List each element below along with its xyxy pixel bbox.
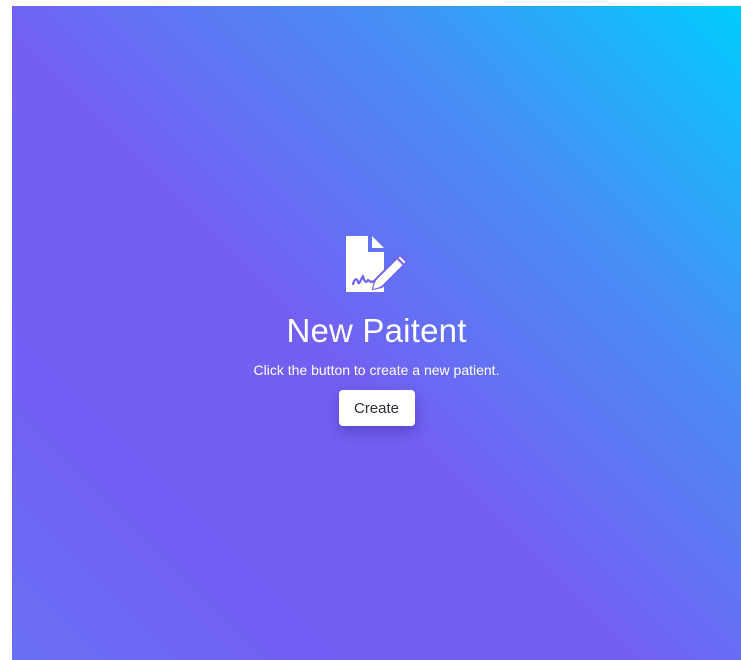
page-title: New Paitent <box>286 312 467 349</box>
create-button[interactable]: Create <box>338 390 415 426</box>
instruction-text: Click the button to create a new patient… <box>253 362 500 378</box>
page-background: New Paitent Click the button to create a… <box>12 6 741 660</box>
file-signature-icon <box>342 232 412 296</box>
new-patient-panel: New Paitent Click the button to create a… <box>12 232 741 426</box>
